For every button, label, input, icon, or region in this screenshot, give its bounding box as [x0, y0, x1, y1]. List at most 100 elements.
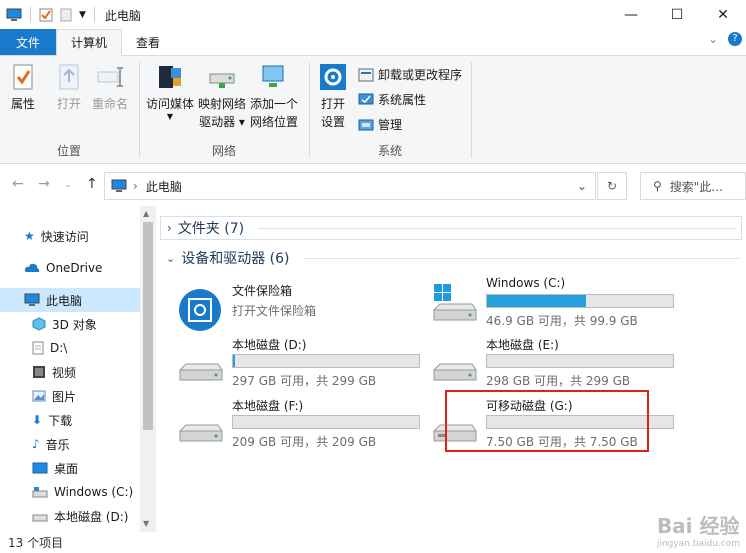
nav-label: 此电脑: [46, 293, 83, 308]
windows-drive-icon: [432, 284, 477, 321]
system-properties-button[interactable]: 系统属性: [358, 91, 426, 108]
ribbon-controls: ⌄ ?: [708, 32, 742, 46]
add-network-location-button[interactable]: 添加一个 网络位置: [250, 62, 298, 131]
breadcrumb-separator-icon: ›: [133, 179, 138, 193]
properties-button[interactable]: 属性: [8, 62, 38, 113]
gear-icon: [320, 64, 346, 90]
section-devices[interactable]: ⌄ 设备和驱动器 (6): [160, 246, 744, 270]
network-location-icon: [262, 65, 284, 87]
dropdown-icon: ▼: [166, 112, 174, 121]
maximize-button[interactable]: ☐: [654, 0, 700, 30]
tab-file[interactable]: 文件: [0, 29, 56, 55]
rename-button[interactable]: 重命名: [92, 62, 128, 113]
picture-icon: [32, 390, 46, 402]
open-button[interactable]: 打开: [54, 62, 84, 113]
drive-usage-bar: [232, 354, 420, 368]
map-network-drive-button[interactable]: 映射网络 驱动器 ▾: [198, 62, 246, 131]
minimize-button[interactable]: —: [608, 0, 654, 30]
drive-icon: [432, 363, 477, 381]
search-placeholder: 搜索"此...: [669, 179, 723, 194]
nav-scrollbar[interactable]: ▲ ▼: [140, 206, 156, 532]
drive-subtitle: 298 GB 可用，共 299 GB: [486, 374, 631, 388]
access-media-label: 访问媒体: [146, 97, 195, 111]
media-icon: [159, 66, 181, 88]
drive-tile-local-disk-f[interactable]: 本地磁盘 (F:) 209 GB 可用，共 209 GB: [176, 397, 426, 453]
add-network-label-2: 网络位置: [250, 115, 299, 129]
drive-tile-local-disk-e[interactable]: 本地磁盘 (E:) 298 GB 可用，共 299 GB: [430, 336, 680, 392]
section-folders[interactable]: › 文件夹 (7): [160, 216, 742, 240]
computer-icon: [24, 293, 40, 306]
section-title: 文件夹 (7): [177, 221, 245, 237]
search-icon: ⚲: [653, 179, 662, 193]
forward-arrow-icon[interactable]: →: [38, 176, 50, 192]
document-icon: [32, 341, 44, 355]
uninstall-label: 卸载或更改程序: [378, 68, 463, 82]
section-title: 设备和驱动器 (6): [181, 251, 290, 267]
nav-item-this-pc[interactable]: 此电脑: [0, 288, 140, 312]
nav-item-local-disk-d[interactable]: 本地磁盘 (D:): [0, 504, 140, 528]
nav-item-3d-objects[interactable]: 3D 对象: [0, 312, 140, 336]
address-bar[interactable]: › 此电脑 ⌄: [104, 172, 596, 200]
nav-item-quick-access[interactable]: ★ 快速访问: [0, 224, 140, 248]
open-settings-button[interactable]: 打开 设置: [318, 62, 348, 131]
section-divider: [258, 227, 737, 229]
breadcrumb-path[interactable]: 此电脑: [146, 178, 182, 195]
open-settings-label-1: 打开: [320, 97, 345, 111]
manage-button[interactable]: 管理: [358, 116, 402, 133]
qat-dropdown-icon[interactable]: ▼: [79, 10, 86, 20]
new-folder-icon[interactable]: [59, 8, 73, 22]
drive-tile-vault[interactable]: 文件保险箱 打开文件保险箱: [176, 282, 426, 338]
music-icon: ♪: [32, 437, 40, 451]
navigation-bar: ← → ⌄ ↑ › 此电脑 ⌄ ↻ ⚲ 搜索"此...: [0, 170, 746, 202]
help-icon[interactable]: ?: [728, 32, 742, 46]
drive-icon: [178, 424, 223, 442]
nav-item-videos[interactable]: 视频: [0, 360, 140, 384]
uninstall-program-button[interactable]: 卸载或更改程序: [358, 66, 462, 83]
nav-item-downloads[interactable]: ⬇ 下载: [0, 408, 140, 432]
refresh-button[interactable]: ↻: [597, 172, 627, 200]
ribbon-group-system: 打开 设置 卸载或更改程序 系统属性 管理 系统: [310, 56, 470, 164]
drive-tile-windows-c[interactable]: Windows (C:) 46.9 GB 可用，共 99.9 GB: [430, 276, 680, 332]
nav-label: D:\: [50, 341, 68, 355]
ribbon-collapse-icon[interactable]: ⌄: [708, 32, 718, 46]
nav-item-windows-c[interactable]: Windows (C:): [0, 480, 140, 504]
drive-tile-local-disk-d[interactable]: 本地磁盘 (D:) 297 GB 可用，共 299 GB: [176, 336, 426, 392]
video-icon: [33, 366, 45, 378]
properties-icon: [13, 64, 33, 90]
up-arrow-icon[interactable]: ↑: [86, 176, 98, 192]
back-arrow-icon[interactable]: ←: [12, 176, 24, 192]
drive-subtitle: 297 GB 可用，共 299 GB: [232, 374, 377, 388]
drive-usage-bar: [486, 294, 674, 308]
tab-view[interactable]: 查看: [122, 29, 174, 55]
status-bar: 13 个项目: [0, 532, 746, 553]
programs-icon: [358, 68, 374, 81]
drive-subtitle: 打开文件保险箱: [232, 304, 317, 318]
computer-icon: [111, 179, 127, 192]
ribbon-group-network: 访问媒体 ▼ 映射网络 驱动器 ▾ 添加一个 网络位置 网络: [140, 56, 308, 164]
search-box[interactable]: ⚲ 搜索"此...: [640, 172, 746, 200]
close-button[interactable]: ✕: [700, 0, 746, 30]
navigation-pane: ★ 快速访问 OneDrive 此电脑 3D 对象 D:\ 视频 图片 ⬇ 下载…: [0, 206, 156, 532]
nav-item-pictures[interactable]: 图片: [0, 384, 140, 408]
nav-item-d-folder[interactable]: D:\: [0, 336, 140, 360]
section-divider: [303, 257, 740, 259]
open-icon: [59, 64, 79, 90]
address-dropdown-icon[interactable]: ⌄: [577, 179, 587, 193]
scroll-up-icon[interactable]: ▲: [143, 209, 149, 218]
nav-item-music[interactable]: ♪ 音乐: [0, 432, 140, 456]
drive-icon: [32, 514, 48, 522]
nav-label: 下载: [48, 413, 73, 428]
access-media-button[interactable]: 访问媒体 ▼: [146, 62, 194, 121]
nav-item-onedrive[interactable]: OneDrive: [0, 256, 140, 280]
window-title: 此电脑: [104, 8, 141, 23]
history-dropdown-icon[interactable]: ⌄: [64, 180, 72, 190]
ribbon: 属性 打开 重命名 位置 访问媒体 ▼ 映射网络 驱动器 ▾ 添加一个 网络位置: [0, 56, 746, 164]
scrollbar-thumb[interactable]: [143, 222, 153, 430]
nav-item-desktop[interactable]: 桌面: [0, 456, 140, 480]
rename-label: 重命名: [92, 97, 129, 111]
drive-subtitle: 209 GB 可用，共 209 GB: [232, 435, 377, 449]
cloud-icon: [24, 263, 40, 272]
tab-computer[interactable]: 计算机: [56, 29, 123, 56]
scroll-down-icon[interactable]: ▼: [143, 519, 149, 528]
properties-check-icon[interactable]: [39, 8, 53, 22]
